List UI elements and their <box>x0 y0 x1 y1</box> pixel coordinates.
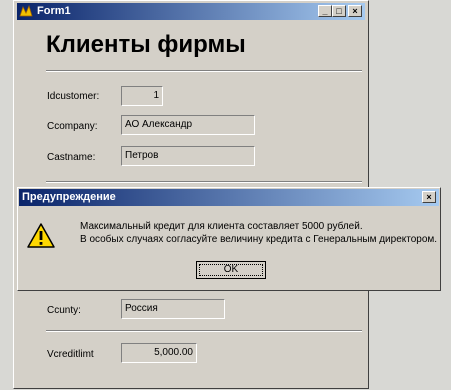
divider <box>46 181 362 183</box>
lastname-field[interactable]: Петров <box>121 146 255 166</box>
form-title: Form1 <box>37 5 71 17</box>
lastname-label: Castname: <box>47 152 96 163</box>
close-button[interactable]: × <box>348 5 362 17</box>
divider <box>46 70 362 72</box>
country-label: Ccunty: <box>47 305 81 316</box>
dialog-message-line2: В особых случаях согласуйте величину кре… <box>80 234 438 245</box>
form-title-bar[interactable]: Form1 _ □ × <box>17 3 365 20</box>
dialog-title: Предупреждение <box>22 191 116 203</box>
minimize-button[interactable]: _ <box>318 5 332 17</box>
country-field[interactable]: Россия <box>121 299 225 319</box>
dialog-message-line1: Максимальный кредит для клиента составля… <box>80 221 363 232</box>
ok-button[interactable]: OK <box>196 261 266 279</box>
warning-icon <box>27 223 55 248</box>
company-field[interactable]: АО Александр <box>121 115 255 135</box>
delphi-app-icon <box>19 4 33 17</box>
creditlimit-field[interactable]: 5,000.00 <box>121 343 197 363</box>
warning-dialog: Предупреждение × Максимальный кредит для… <box>17 187 441 291</box>
divider <box>46 330 362 332</box>
dialog-title-bar[interactable]: Предупреждение × <box>19 189 439 206</box>
maximize-button[interactable]: □ <box>332 5 346 17</box>
idcustomer-label: Idcustomer: <box>47 91 100 102</box>
creditlimit-label: Vcreditlimt <box>47 349 94 360</box>
page-title: Клиенты фирмы <box>46 31 246 58</box>
dialog-close-button[interactable]: × <box>422 191 436 203</box>
idcustomer-field[interactable]: 1 <box>121 86 163 106</box>
company-label: Ccompany: <box>47 121 98 132</box>
